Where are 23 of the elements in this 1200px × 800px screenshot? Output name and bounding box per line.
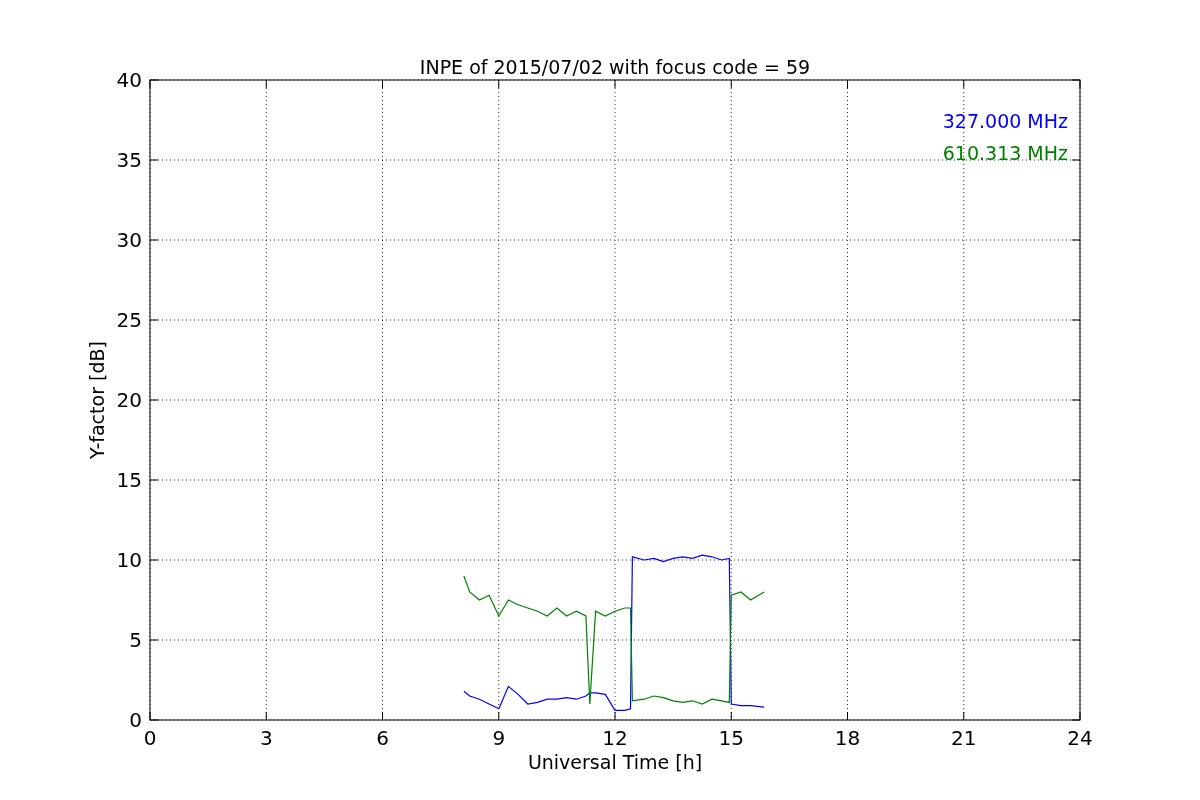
- tick-label: 15: [116, 468, 142, 492]
- tick-label: 24: [1067, 726, 1093, 750]
- tick-label: 25: [116, 308, 142, 332]
- tick-label: 12: [602, 726, 628, 750]
- tick-label: 3: [259, 726, 273, 750]
- tick-label: 40: [116, 68, 142, 92]
- x-axis-label: Universal Time [h]: [527, 751, 703, 773]
- chart-title: INPE of 2015/07/02 with focus code = 59: [419, 56, 811, 78]
- tick-label: 35: [116, 148, 142, 172]
- legend-label: 610.313 MHz: [942, 142, 1068, 164]
- y-axis-label: Y-factor [dB]: [86, 341, 108, 459]
- tick-label: 9: [492, 726, 506, 750]
- tick-label: 30: [116, 228, 142, 252]
- tick-label: 15: [718, 726, 744, 750]
- tick-label: 21: [951, 726, 977, 750]
- tick-label: 6: [376, 726, 389, 750]
- tick-label: 0: [129, 708, 142, 732]
- tick-label: 20: [116, 388, 142, 412]
- tick-label: 18: [834, 726, 861, 750]
- legend-label: 327.000 MHz: [942, 110, 1068, 132]
- tick-label: 5: [129, 628, 142, 652]
- tick-label: 10: [116, 548, 142, 572]
- tick-label: 0: [143, 726, 157, 750]
